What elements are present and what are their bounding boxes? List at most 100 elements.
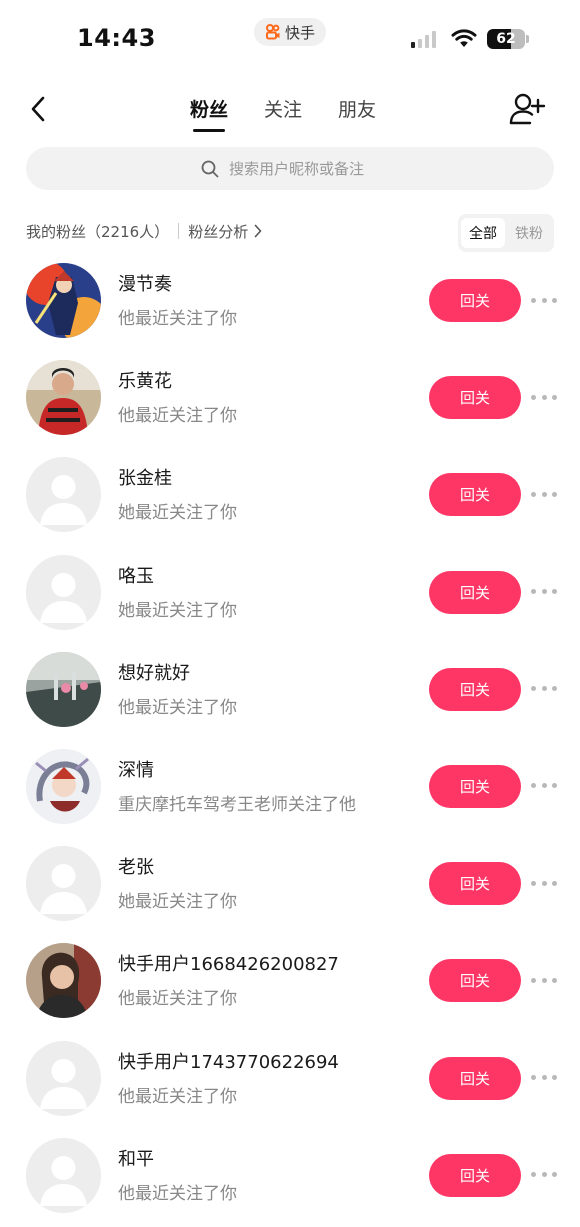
follow-back-button[interactable]: 回关 (429, 376, 521, 420)
list-item[interactable]: 深情 重庆摩托车驾考王老师关注了他 回关 (0, 738, 580, 835)
fan-relation: 他最近关注了你 (118, 697, 237, 718)
follow-back-button[interactable]: 回关 (429, 1056, 521, 1100)
filter-all[interactable]: 全部 (461, 218, 505, 248)
battery-tip (526, 35, 529, 43)
tab-following[interactable]: 关注 (264, 92, 302, 128)
search-input[interactable] (229, 159, 379, 178)
status-time: 14:43 (77, 24, 156, 52)
follow-back-button[interactable]: 回关 (429, 570, 521, 614)
more-options-icon[interactable] (531, 781, 557, 791)
fan-name[interactable]: 漫节奏 (118, 270, 172, 296)
app-indicator-pill: 快手 (254, 18, 326, 46)
fans-summary-row: 我的粉丝（2216人） 粉丝分析 (26, 218, 262, 244)
more-options-icon[interactable] (531, 587, 557, 597)
battery-icon: 62 (487, 29, 525, 49)
follow-back-button[interactable]: 回关 (429, 959, 521, 1003)
follow-back-button[interactable]: 回关 (429, 1153, 521, 1197)
more-options-icon[interactable] (531, 975, 557, 985)
default-avatar-icon (26, 846, 101, 922)
fan-name[interactable]: 老张 (118, 853, 154, 879)
fan-relation: 他最近关注了你 (118, 406, 237, 427)
fan-relation: 他最近关注了你 (118, 1086, 237, 1107)
app-indicator-label: 快手 (284, 23, 315, 42)
default-avatar-icon (26, 554, 101, 630)
list-item[interactable]: 乐黄花 他最近关注了你 回关 (0, 349, 580, 446)
fan-name[interactable]: 乐黄花 (118, 367, 172, 393)
avatar-illustrated-warrior-image (26, 263, 101, 338)
avatar[interactable] (26, 360, 101, 436)
list-item[interactable]: 快手用户1668426200827 他最近关注了你 回关 (0, 932, 580, 1029)
fan-name[interactable]: 快手用户1668426200827 (118, 950, 339, 976)
avatar[interactable] (26, 457, 101, 533)
more-options-icon[interactable] (531, 684, 557, 694)
fan-relation: 他最近关注了你 (118, 309, 237, 329)
fan-relation: 他最近关注了你 (118, 1183, 237, 1204)
fan-relation: 她最近关注了你 (118, 892, 237, 913)
default-avatar-icon (26, 1137, 101, 1213)
chevron-left-icon (31, 96, 45, 122)
fan-relation: 她最近关注了你 (118, 503, 237, 524)
avatar[interactable] (26, 554, 101, 630)
fan-name[interactable]: 想好就好 (118, 659, 190, 685)
fan-name[interactable]: 深情 (118, 756, 154, 782)
follow-back-button[interactable]: 回关 (429, 279, 521, 322)
avatar[interactable] (26, 651, 101, 727)
list-item[interactable]: 想好就好 他最近关注了你 回关 (0, 641, 580, 738)
fan-name[interactable]: 快手用户1743770622694 (118, 1048, 339, 1074)
list-item[interactable]: 和平 他最近关注了你 回关 (0, 1127, 580, 1224)
more-options-icon[interactable] (531, 1073, 557, 1083)
chevron-right-icon (254, 224, 262, 238)
list-item[interactable]: 咯玉 她最近关注了你 回关 (0, 544, 580, 641)
avatar-indoor-scene-image (26, 651, 101, 727)
avatar[interactable] (26, 1137, 101, 1213)
fans-analysis-link[interactable]: 粉丝分析 (188, 221, 262, 242)
more-options-icon[interactable] (531, 1170, 557, 1180)
wifi-icon (451, 29, 477, 47)
fans-filter-toggle: 全部 铁粉 (458, 214, 554, 252)
avatar-dragon-art-image (26, 748, 101, 824)
avatar[interactable] (26, 943, 101, 1019)
avatar[interactable] (26, 748, 101, 824)
fan-relation: 他最近关注了你 (118, 989, 237, 1010)
default-avatar-icon (26, 457, 101, 533)
more-options-icon[interactable] (531, 489, 557, 499)
more-options-icon[interactable] (531, 392, 557, 402)
list-item[interactable]: 漫节奏 他最近关注了你 回关 (0, 252, 580, 349)
avatar[interactable] (26, 846, 101, 922)
kuaishou-logo-icon (265, 24, 280, 40)
search-bar[interactable] (26, 147, 554, 190)
list-item[interactable]: 张金桂 她最近关注了你 回关 (0, 446, 580, 543)
fans-count-label: 我的粉丝（2216人） (26, 222, 170, 241)
add-user-icon (509, 93, 546, 125)
filter-iron-fans[interactable]: 铁粉 (507, 218, 551, 248)
cellular-signal-icon (411, 30, 436, 48)
back-button[interactable] (22, 92, 54, 126)
fan-relation: 她最近关注了你 (118, 600, 237, 621)
tab-friends[interactable]: 朋友 (338, 92, 376, 128)
fan-list: 漫节奏 他最近关注了你 回关 乐黄花 他最近关注了你 回关 张金桂 她最近关注了… (0, 252, 580, 1224)
follow-back-button[interactable]: 回关 (429, 473, 521, 517)
fan-relation: 重庆摩托车驾考王老师关注了他 (118, 794, 356, 815)
summary-divider (178, 223, 180, 239)
tab-bar: 粉丝 关注 朋友 (190, 92, 376, 132)
fan-name[interactable]: 和平 (118, 1145, 154, 1171)
avatar-woman-portrait-image (26, 943, 101, 1019)
search-icon (201, 160, 219, 177)
fan-name[interactable]: 咯玉 (118, 562, 154, 588)
more-options-icon[interactable] (531, 295, 557, 305)
more-options-icon[interactable] (531, 878, 557, 888)
tab-fans[interactable]: 粉丝 (190, 92, 228, 132)
battery-percent: 62 (496, 31, 516, 47)
status-bar: 14:43 快手 62 (0, 0, 580, 78)
follow-back-button[interactable]: 回关 (429, 764, 521, 808)
follow-back-button[interactable]: 回关 (429, 862, 521, 906)
avatar-person-image (26, 360, 101, 436)
avatar[interactable] (26, 1040, 101, 1116)
default-avatar-icon (26, 1040, 101, 1116)
follow-back-button[interactable]: 回关 (429, 667, 521, 711)
list-item[interactable]: 快手用户1743770622694 他最近关注了你 回关 (0, 1030, 580, 1127)
avatar[interactable] (26, 263, 101, 338)
add-friend-button[interactable] (508, 92, 546, 126)
fan-name[interactable]: 张金桂 (118, 464, 172, 490)
list-item[interactable]: 老张 她最近关注了你 回关 (0, 835, 580, 932)
